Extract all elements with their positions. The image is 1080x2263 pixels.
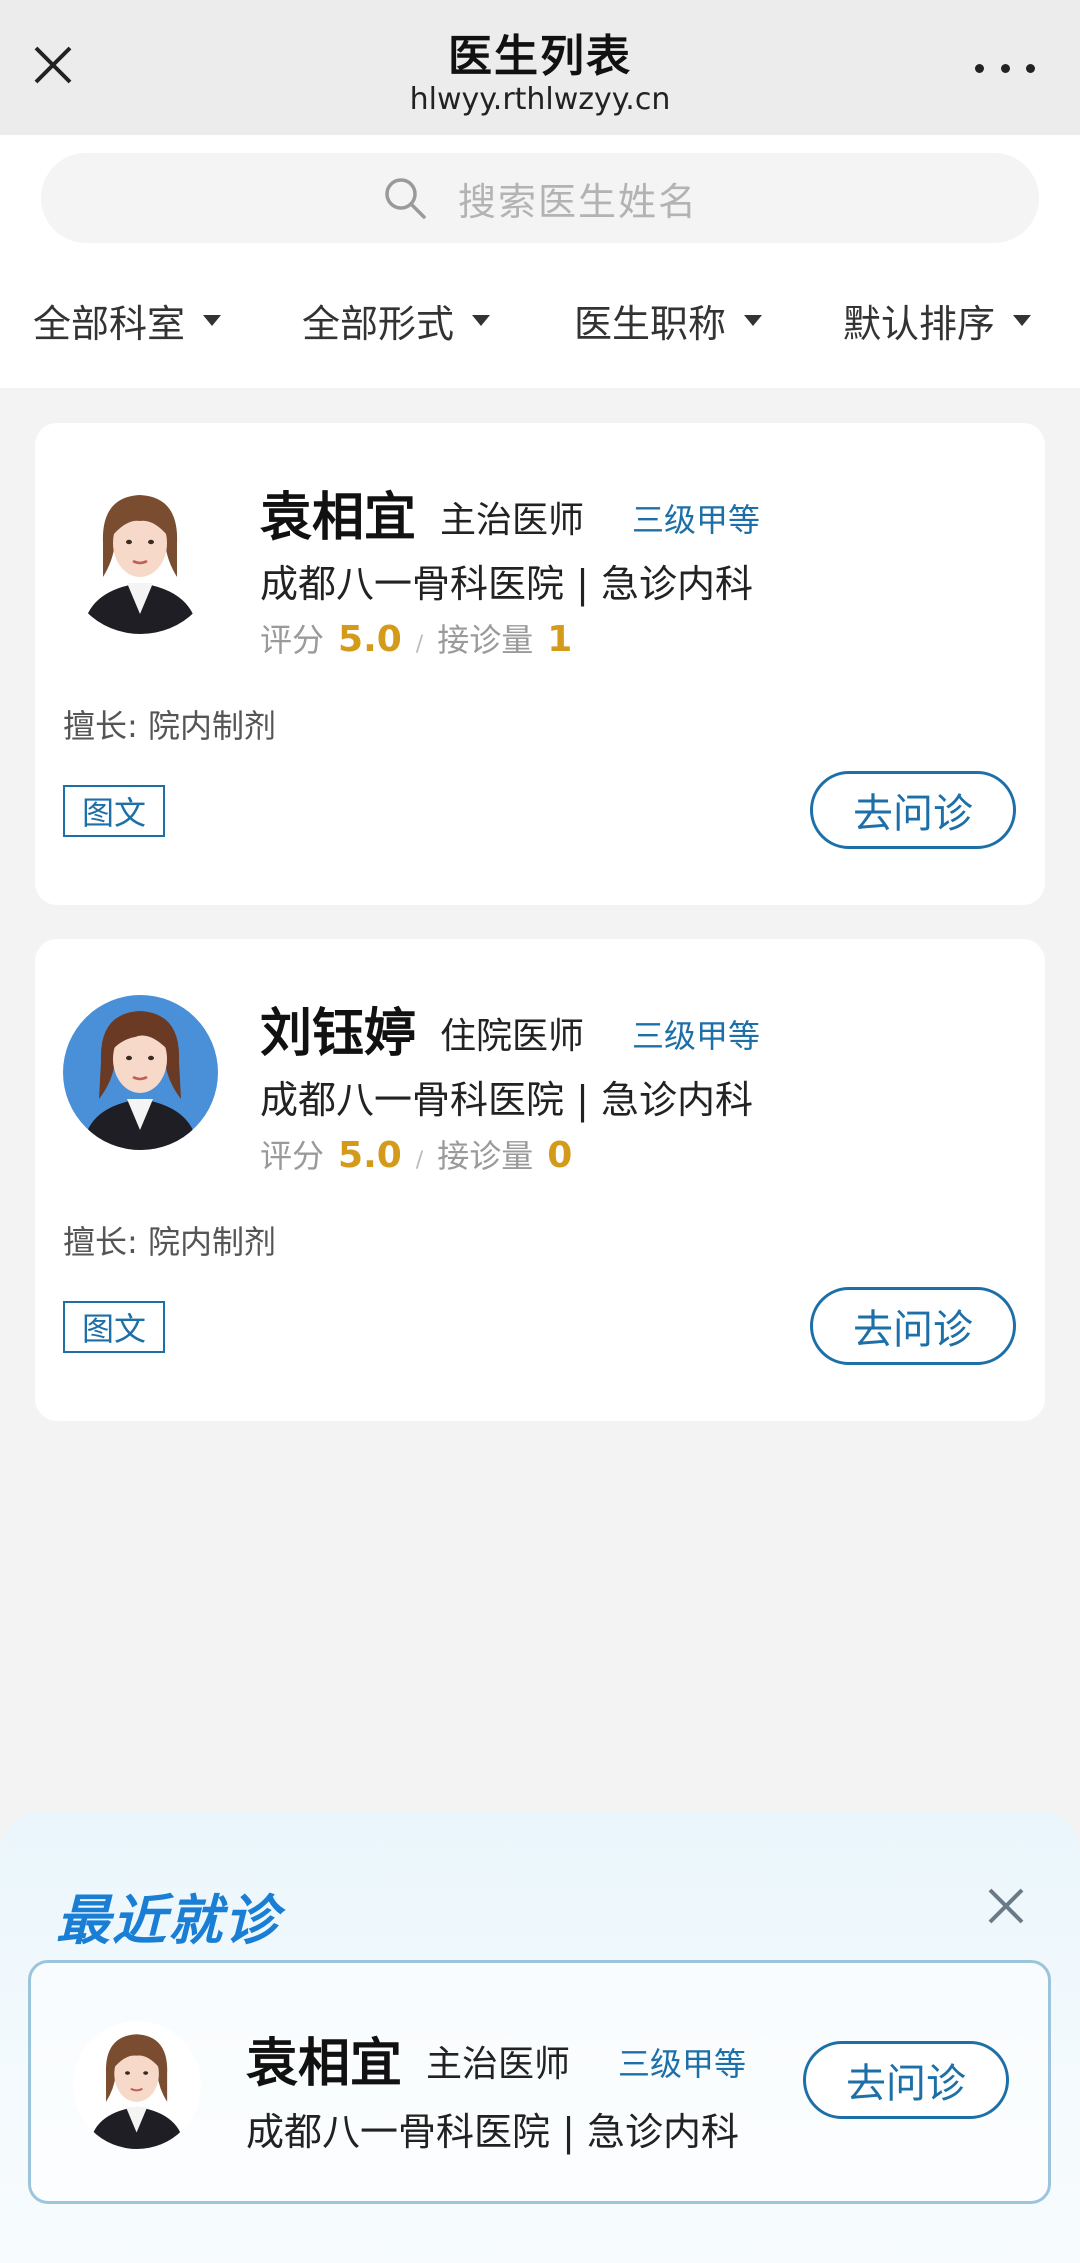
doctor-hospital-dept: 成都八一骨科医院 | 急诊内科 (246, 2110, 739, 2154)
rating-label: 评分 (260, 1137, 325, 1175)
doctor-card[interactable]: 刘钰婷 住院医师 三级甲等 成都八一骨科医院 | 急诊内科 评分 5.0 / 接… (35, 939, 1045, 1421)
doctor-stats: 评分 5.0 / 接诊量 0 (260, 1131, 580, 1177)
consult-button[interactable]: 去问诊 (810, 771, 1016, 849)
consult-button[interactable]: 去问诊 (810, 1287, 1016, 1365)
consult-count-value: 1 (547, 619, 573, 660)
caret-down-icon (472, 314, 491, 326)
filter-form[interactable]: 全部形式 (302, 285, 491, 355)
filter-label: 医生职称 (574, 301, 727, 346)
consult-button[interactable]: 去问诊 (803, 2041, 1009, 2119)
consult-count-label: 接诊量 (437, 621, 534, 659)
doctor-card[interactable]: 袁相宜 主治医师 三级甲等 成都八一骨科医院 | 急诊内科 评分 5.0 / 接… (35, 423, 1045, 905)
hospital-level: 三级甲等 (632, 501, 761, 539)
filter-department[interactable]: 全部科室 (33, 285, 222, 355)
consult-type-tag: 图文 (63, 785, 165, 837)
consult-count-value: 0 (547, 1135, 573, 1176)
filter-label: 默认排序 (843, 301, 996, 346)
doctor-specialty: 擅长: 院内制剂 (63, 707, 276, 745)
filter-doctor-title[interactable]: 医生职称 (574, 285, 763, 355)
doctor-specialty: 擅长: 院内制剂 (63, 1223, 276, 1261)
doctor-hospital-dept: 成都八一骨科医院 | 急诊内科 (260, 562, 753, 606)
consult-type-tag: 图文 (63, 1301, 165, 1353)
doctor-title: 住院医师 (440, 1016, 585, 1057)
avatar-portrait (73, 2021, 201, 2149)
doctor-title: 主治医师 (426, 2044, 571, 2085)
doctor-avatar (63, 995, 218, 1150)
rating-value: 5.0 (338, 619, 402, 660)
search-icon (385, 178, 426, 219)
top-bar: 医生列表 hlwyy.rthlwzyy.cn (0, 0, 1080, 135)
recent-doctor-card[interactable]: 袁相宜 主治医师 三级甲等 成都八一骨科医院 | 急诊内科 去问诊 (28, 1960, 1051, 2204)
recent-visits-panel: 最近就诊 袁相宜 主治医师 三级甲等 成都八一骨科医院 | 急诊内科 去问诊 (0, 1812, 1080, 2263)
stat-separator: / (415, 1148, 424, 1173)
doctor-name: 袁相宜 (246, 2034, 403, 2094)
rating-value: 5.0 (338, 1135, 402, 1176)
more-dot (1026, 63, 1035, 73)
more-dots-icon (975, 63, 984, 73)
doctor-stats: 评分 5.0 / 接诊量 1 (260, 615, 580, 661)
avatar-portrait (63, 479, 218, 634)
close-icon[interactable] (984, 1884, 1028, 1928)
stat-separator: / (415, 632, 424, 657)
filter-label: 全部形式 (302, 301, 455, 346)
more-button[interactable] (975, 50, 1035, 86)
search-input[interactable]: 搜索医生姓名 (41, 153, 1039, 243)
doctor-name: 刘钰婷 (260, 1004, 417, 1064)
doctor-avatar (73, 2021, 201, 2149)
search-filter-section: 搜索医生姓名 全部科室 全部形式 医生职称 默认排序 (0, 135, 1080, 388)
doctor-avatar (63, 479, 218, 634)
avatar-portrait (63, 995, 218, 1150)
doctor-name: 袁相宜 (260, 488, 417, 548)
caret-down-icon (744, 314, 763, 326)
hospital-level: 三级甲等 (632, 1017, 761, 1055)
filter-label: 全部科室 (33, 301, 186, 346)
caret-down-icon (1013, 314, 1032, 326)
filter-sort[interactable]: 默认排序 (843, 285, 1032, 355)
search-placeholder: 搜索医生姓名 (457, 179, 698, 224)
doctor-hospital-dept: 成都八一骨科医院 | 急诊内科 (260, 1078, 753, 1122)
page-title: 医生列表 (448, 31, 632, 82)
recent-visits-title: 最近就诊 (56, 1889, 280, 1952)
consult-count-label: 接诊量 (437, 1137, 534, 1175)
more-dot (1000, 63, 1010, 73)
rating-label: 评分 (260, 621, 325, 659)
hospital-level: 三级甲等 (618, 2045, 747, 2083)
doctor-title: 主治医师 (440, 500, 585, 541)
caret-down-icon (203, 314, 222, 326)
filter-bar: 全部科室 全部形式 医生职称 默认排序 (0, 285, 1080, 355)
page-url: hlwyy.rthlwzyy.cn (409, 82, 671, 117)
